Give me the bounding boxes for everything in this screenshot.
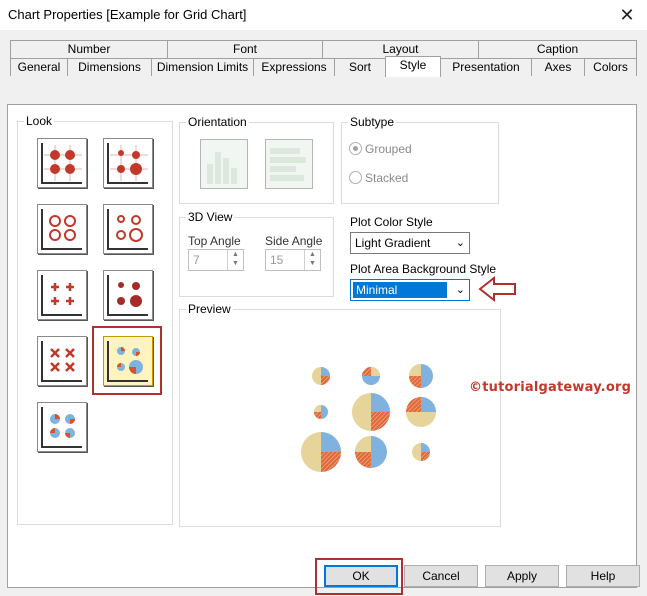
side-angle-value: 15 [270,253,284,267]
tab-axes[interactable]: Axes [531,58,585,76]
orientation-horizontal[interactable] [265,139,313,189]
preview-pie-5 [352,393,390,431]
look-option-spheres[interactable] [103,270,153,320]
side-angle-spinner[interactable]: 15 ▲ ▼ [265,249,321,271]
preview-pie-1 [312,367,330,385]
preview-pie-7 [301,432,341,472]
varied-rings-icon [107,209,148,250]
rings-style-icon [41,209,82,250]
pie-grid-preview [301,364,436,472]
plot-area-bg-style-value: Minimal [353,282,447,298]
preview-pie-3 [409,364,433,388]
varied-dots-icon [107,143,148,184]
spinner-arrows-icon[interactable]: ▲ ▼ [227,250,243,270]
look-option-rings[interactable] [37,204,87,254]
spinner-arrows-icon[interactable]: ▲ ▼ [304,250,320,270]
subtype-label: Subtype [348,115,397,129]
look-option-xmarks[interactable] [37,336,87,386]
look-option-dots-varied[interactable] [103,138,153,188]
tab-presentation[interactable]: Presentation [440,58,532,76]
orientation-vertical[interactable] [200,139,248,189]
help-button[interactable]: Help [566,565,640,587]
tab-number[interactable]: Number [10,40,168,58]
preview-pie-8 [355,436,387,468]
grouped-radio[interactable] [349,142,362,155]
tab-colors[interactable]: Colors [584,58,637,76]
x-marks-style-icon [41,341,82,382]
top-angle-spinner[interactable]: 7 ▲ ▼ [188,249,244,271]
plot-color-style-value: Light Gradient [355,236,431,250]
top-angle-label: Top Angle [188,234,241,248]
stacked-label: Stacked [365,171,409,185]
plot-color-style-label: Plot Color Style [350,215,433,229]
plus-style-icon [41,275,82,316]
side-angle-label: Side Angle [265,234,323,248]
spheres-style-icon [107,275,148,316]
subtype-stacked-option[interactable]: Stacked [349,171,408,185]
preview-label: Preview [186,302,233,316]
tab-expressions[interactable]: Expressions [253,58,335,76]
style-panel: Look Orientation Subtype Grouped Stacked… [7,104,637,588]
tab-general[interactable]: General [10,58,68,76]
dialog-client: Number Font Layout Caption General Dimen… [0,30,647,596]
subtype-grouped-option[interactable]: Grouped [349,142,412,156]
preview-pie-2 [362,367,380,385]
title-bar: Chart Properties [Example for Grid Chart… [0,0,647,30]
chevron-down-icon: ⌄ [455,284,465,296]
dots-style-icon [41,143,82,184]
subtype-group: Subtype [341,115,499,204]
ok-button-highlight [315,558,403,595]
apply-button[interactable]: Apply [485,565,559,587]
plot-area-bg-style-select[interactable]: Minimal ⌄ [350,279,470,301]
vertical-bars-icon [207,152,237,184]
pie-uniform-icon [41,407,82,448]
look-label: Look [24,114,55,128]
horizontal-bars-icon [270,148,306,181]
window-title: Chart Properties [Example for Grid Chart… [8,7,247,22]
look-option-pies[interactable] [37,402,87,452]
chevron-down-icon: ⌄ [455,237,465,249]
tab-dimension-limits[interactable]: Dimension Limits [151,58,254,76]
grouped-label: Grouped [365,142,412,156]
orientation-label: Orientation [186,115,249,129]
plot-color-style-select[interactable]: Light Gradient ⌄ [350,232,470,254]
plot-area-bg-style-label: Plot Area Background Style [350,262,497,276]
preview-pie-9 [412,443,430,461]
selected-look-highlight [92,326,162,395]
tab-style[interactable]: Style [385,56,441,77]
pointer-arrow-icon [478,276,516,302]
look-option-crosses[interactable] [37,270,87,320]
tab-font[interactable]: Font [167,40,323,58]
look-option-rings-varied[interactable] [103,204,153,254]
top-angle-value: 7 [193,253,200,267]
preview-pie-4 [314,405,328,419]
tab-sort[interactable]: Sort [334,58,386,76]
tab-dimensions[interactable]: Dimensions [67,58,152,76]
tab-caption[interactable]: Caption [478,40,637,58]
close-icon[interactable]: ✕ [613,2,641,28]
preview-pie-6 [406,397,436,427]
watermark-text: ©tutorialgateway.org [469,380,632,395]
stacked-radio[interactable] [349,171,362,184]
view3d-label: 3D View [186,210,235,224]
cancel-button[interactable]: Cancel [404,565,478,587]
look-option-dots[interactable] [37,138,87,188]
